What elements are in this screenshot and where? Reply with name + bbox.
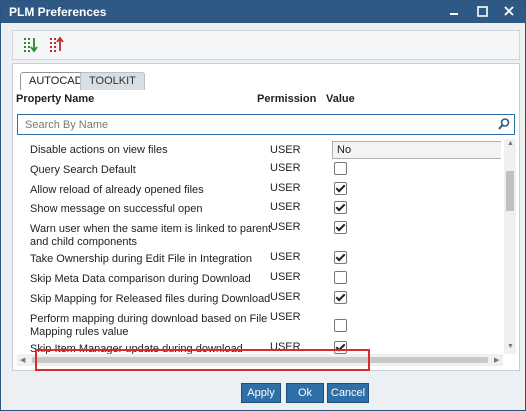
vertical-scroll-thumb[interactable] <box>506 171 514 211</box>
row-permission: USER <box>270 201 301 213</box>
window-title: PLM Preferences <box>9 5 107 19</box>
plm-preferences-window: PLM Preferences AUTOCAD TOOLKIT Property… <box>0 0 526 411</box>
maximize-icon[interactable] <box>473 3 491 21</box>
preferences-grid: Disable actions on view files USER No Qu… <box>17 139 501 354</box>
title-bar[interactable]: PLM Preferences <box>1 1 525 23</box>
row-permission: USER <box>270 311 301 323</box>
expand-all-icon[interactable] <box>19 34 41 56</box>
search-box <box>17 114 515 135</box>
value-dropdown[interactable]: No <box>332 141 501 159</box>
collapse-all-icon[interactable] <box>45 34 67 56</box>
header-value: Value <box>326 93 355 105</box>
vertical-scrollbar[interactable]: ▲ ▼ <box>504 139 516 354</box>
row-permission: USER <box>270 251 301 263</box>
value-checkbox[interactable] <box>334 271 347 284</box>
row-permission: USER <box>270 144 301 156</box>
search-icon[interactable] <box>497 117 511 131</box>
row-name: Query Search Default <box>30 164 136 176</box>
value-checkbox[interactable] <box>334 182 347 195</box>
row-name: Disable actions on view files <box>30 144 168 156</box>
value-checkbox[interactable] <box>334 221 347 234</box>
value-checkbox[interactable] <box>334 162 347 175</box>
row-permission: USER <box>270 162 301 174</box>
value-checkbox[interactable] <box>334 291 347 304</box>
row-name: Skip Meta Data comparison during Downloa… <box>30 273 251 285</box>
cancel-button[interactable]: Cancel <box>327 383 369 403</box>
header-permission: Permission <box>257 93 317 105</box>
scroll-down-icon[interactable]: ▼ <box>507 343 514 350</box>
value-checkbox[interactable] <box>334 251 347 264</box>
minimize-icon[interactable] <box>445 3 463 21</box>
scroll-up-icon[interactable]: ▲ <box>507 140 514 147</box>
value-checkbox[interactable] <box>334 319 347 332</box>
apply-button[interactable]: Apply <box>241 383 281 403</box>
row-name: Warn user when the same item is linked t… <box>30 223 272 248</box>
row-name: Allow reload of already opened files <box>30 184 204 196</box>
scroll-left-icon[interactable]: ◀ <box>20 356 25 364</box>
value-checkbox[interactable] <box>334 201 347 214</box>
scroll-right-icon[interactable]: ▶ <box>494 356 499 364</box>
row-permission: USER <box>270 221 301 233</box>
row-name: Show message on successful open <box>30 203 203 215</box>
toolbar <box>12 30 520 60</box>
row-permission: USER <box>270 291 301 303</box>
header-property-name: Property Name <box>16 93 95 105</box>
ok-button[interactable]: Ok <box>286 383 324 403</box>
search-input[interactable] <box>23 117 487 133</box>
row-name: Skip Mapping for Released files during D… <box>30 293 271 305</box>
close-icon[interactable] <box>500 3 518 21</box>
tab-toolkit[interactable]: TOOLKIT <box>80 72 145 90</box>
row-name: Perform mapping during download based on… <box>30 313 268 338</box>
row-permission: USER <box>270 182 301 194</box>
row-name: Take Ownership during Edit File in Integ… <box>30 253 252 265</box>
row-permission: USER <box>270 271 301 283</box>
preferences-panel: AUTOCAD TOOLKIT Property Name Permission… <box>12 63 520 371</box>
highlighted-row-annotation <box>35 349 370 371</box>
